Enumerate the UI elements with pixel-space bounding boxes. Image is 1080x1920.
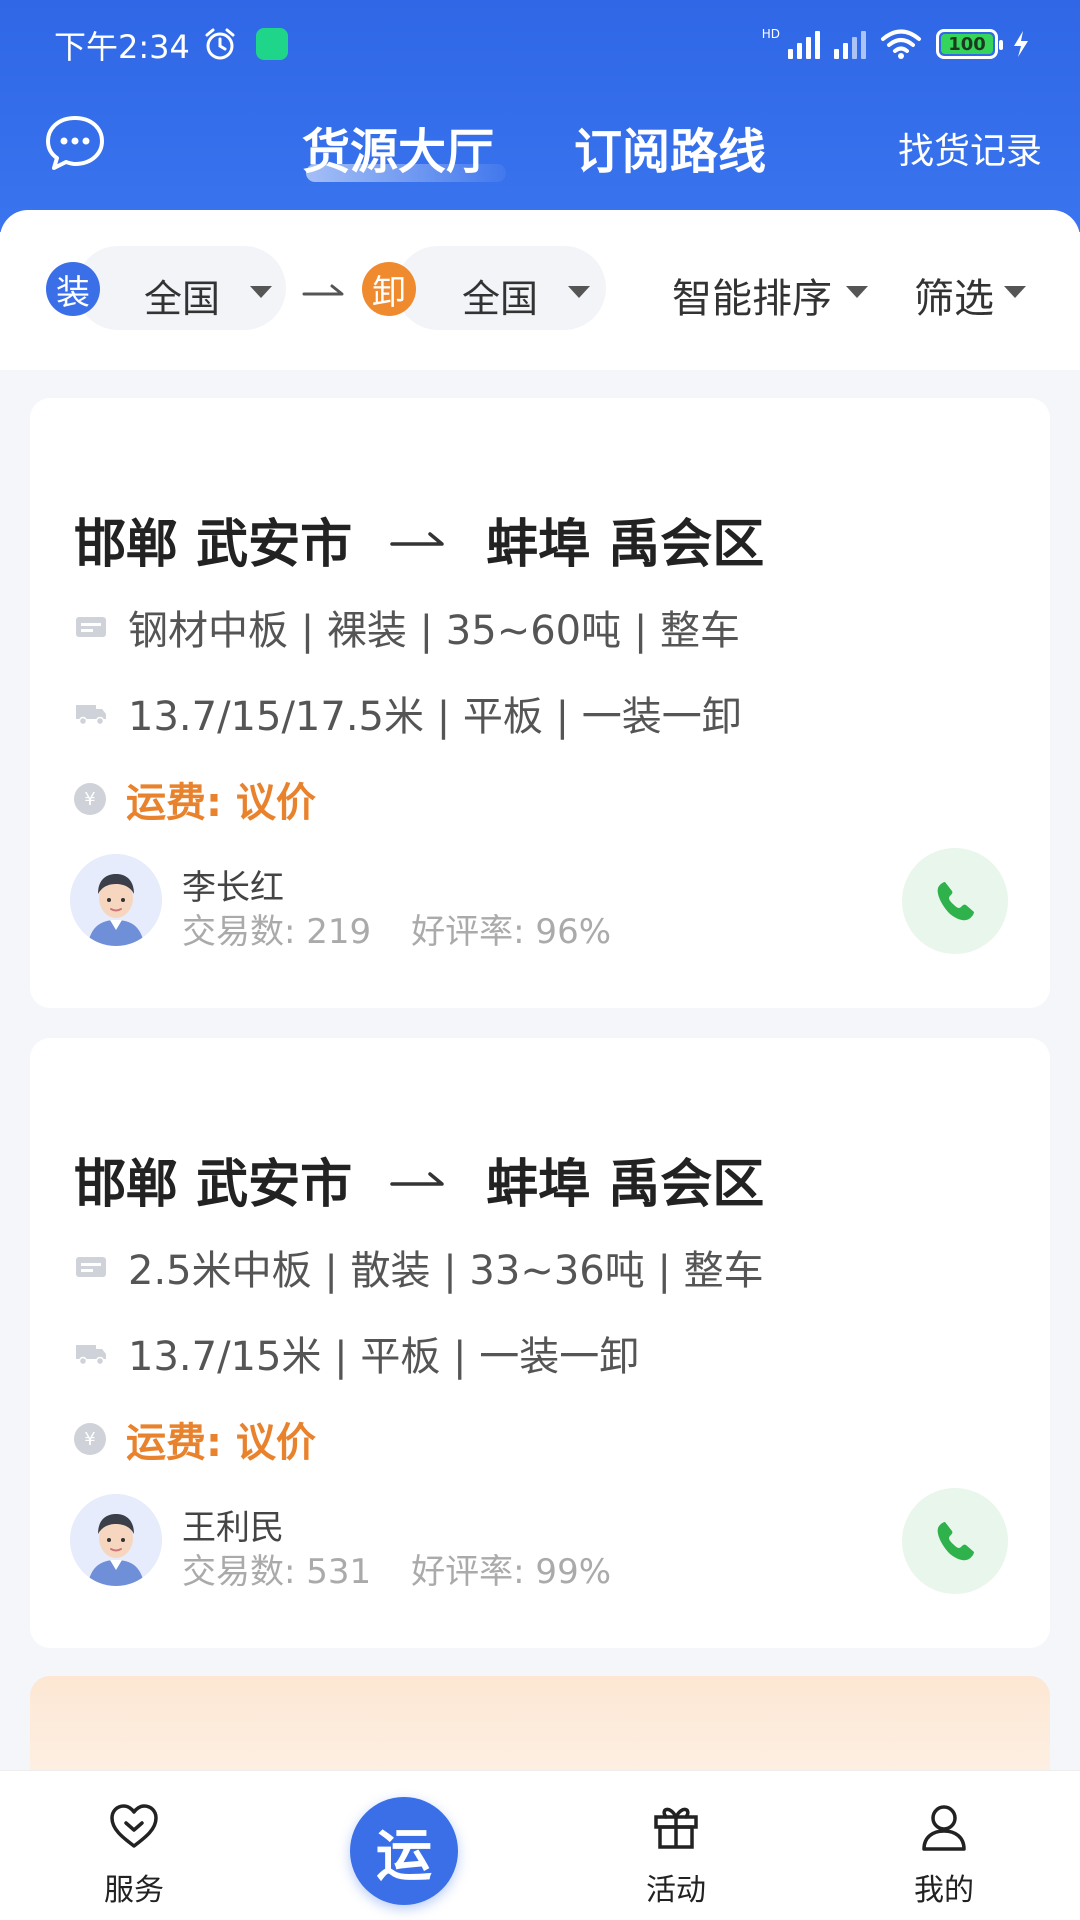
unload-location-value[interactable]: 全国 [462, 268, 538, 323]
phone-icon [937, 1522, 974, 1561]
fee-text: 运费: 议价 [126, 1420, 316, 1466]
nav-mine[interactable]: 我的 [874, 1771, 1014, 1920]
freight-fee: ¥ 运费: 议价 [74, 770, 316, 828]
truck-text: 13.7/15米 | 平板 | 一装一卸 [128, 1334, 640, 1380]
shipper-stats: 交易数: 219 好评率: 96% [182, 904, 611, 953]
unload-badge: 卸 [362, 262, 416, 316]
load-location-value[interactable]: 全国 [144, 268, 220, 323]
rating: 好评率: 99% [411, 1552, 612, 1592]
tab-subscribed-routes[interactable]: 订阅路线 [574, 112, 766, 182]
rating: 好评率: 96% [411, 912, 612, 952]
gift-icon [654, 1807, 698, 1849]
nav-activity[interactable]: 活动 [606, 1771, 746, 1920]
chevron-down-icon [846, 286, 868, 298]
signal-icon [788, 29, 820, 59]
alarm-icon [205, 28, 235, 60]
truck-icon [76, 1345, 106, 1366]
smart-sort-dropdown[interactable]: 智能排序 [672, 266, 832, 324]
status-indicators: HD 100 [762, 24, 1030, 64]
fee-text: 运费: 议价 [126, 780, 316, 826]
cargo-text: 钢材中板 | 裸装 | 35~60吨 | 整车 [128, 608, 741, 654]
hd-icon: HD [761, 27, 780, 41]
shipper-name: 王利民 [182, 1508, 284, 1548]
tab-cargo-hall[interactable]: 货源大厅 [302, 112, 494, 182]
shipper-stats: 交易数: 531 好评率: 99% [182, 1544, 611, 1593]
wifi-icon [881, 29, 921, 59]
freight-fee: ¥ 运费: 议价 [74, 1410, 316, 1468]
nav-center-label: 运 [376, 1823, 432, 1889]
app-header: 下午2:34 HD 100 货源大厅 订阅路线 找货记录 [0, 0, 1080, 232]
avatar [70, 1494, 162, 1586]
avatar [70, 854, 162, 946]
route-origin: 邯郸 武安市 [74, 515, 353, 575]
cargo-card[interactable]: 邯郸 武安市 蚌埠 禹会区 钢材中板 | 裸装 | 35~60吨 | 整车 13… [30, 398, 1050, 1008]
cargo-info: 2.5米中板 | 散装 | 33~36吨 | 整车 [74, 1238, 764, 1296]
app-notification-icon [256, 28, 288, 60]
yuan-icon: ¥ [74, 783, 106, 815]
battery-icon: 100 [936, 29, 1003, 59]
shipper-name: 李长红 [182, 868, 284, 908]
top-nav: 货源大厅 订阅路线 找货记录 [0, 92, 1080, 202]
cargo-icon [76, 1257, 106, 1277]
nav-activity-label: 活动 [646, 1873, 706, 1908]
truck-info: 13.7/15/17.5米 | 平板 | 一装一卸 [74, 684, 742, 742]
phone-icon [937, 882, 974, 921]
nav-mine-label: 我的 [914, 1873, 974, 1908]
cargo-card[interactable]: 邯郸 武安市 蚌埠 禹会区 2.5米中板 | 散装 | 33~36吨 | 整车 … [30, 1038, 1050, 1648]
deal-count: 交易数: 219 [182, 912, 372, 952]
truck-info: 13.7/15米 | 平板 | 一装一卸 [74, 1324, 639, 1382]
call-button[interactable] [902, 1488, 1008, 1594]
route: 邯郸 武安市 蚌埠 禹会区 [74, 502, 764, 577]
route-destination: 蚌埠 禹会区 [486, 1155, 765, 1215]
user-icon [922, 1805, 966, 1851]
search-history-link[interactable]: 找货记录 [898, 122, 1042, 174]
call-button[interactable] [902, 848, 1008, 954]
truck-text: 13.7/15/17.5米 | 平板 | 一装一卸 [128, 694, 742, 740]
route-destination: 蚌埠 禹会区 [486, 515, 765, 575]
route: 邯郸 武安市 蚌埠 禹会区 [74, 1142, 764, 1217]
status-bar: 下午2:34 HD 100 [0, 0, 1080, 88]
heart-icon [110, 1804, 158, 1848]
chevron-down-icon [1004, 286, 1026, 298]
truck-icon [76, 705, 106, 726]
yuan-icon: ¥ [74, 1423, 106, 1455]
chevron-down-icon [250, 286, 272, 298]
load-badge: 装 [46, 262, 100, 316]
signal-icon-2 [834, 29, 866, 59]
nav-center-button[interactable]: 运 [350, 1797, 458, 1905]
status-time: 下午2:34 [54, 28, 190, 66]
cargo-icon [76, 617, 106, 637]
route-origin: 邯郸 武安市 [74, 1155, 353, 1215]
charging-icon [1014, 31, 1028, 57]
arrow-right-icon [302, 284, 344, 296]
arrow-right-icon [390, 1171, 444, 1186]
nav-service-label: 服务 [104, 1873, 164, 1908]
filter-dropdown[interactable]: 筛选 [914, 266, 994, 324]
cargo-info: 钢材中板 | 裸装 | 35~60吨 | 整车 [74, 598, 740, 656]
message-icon[interactable] [44, 114, 106, 172]
nav-service[interactable]: 服务 [64, 1771, 204, 1920]
deal-count: 交易数: 531 [182, 1552, 372, 1592]
cargo-text: 2.5米中板 | 散装 | 33~36吨 | 整车 [128, 1248, 764, 1294]
filter-bar: 装 全国 卸 全国 智能排序 筛选 [0, 210, 1080, 370]
arrow-right-icon [390, 531, 444, 546]
bottom-nav: 服务 运 活动 我的 [0, 1770, 1080, 1920]
battery-level: 100 [948, 33, 986, 55]
chevron-down-icon [568, 286, 590, 298]
